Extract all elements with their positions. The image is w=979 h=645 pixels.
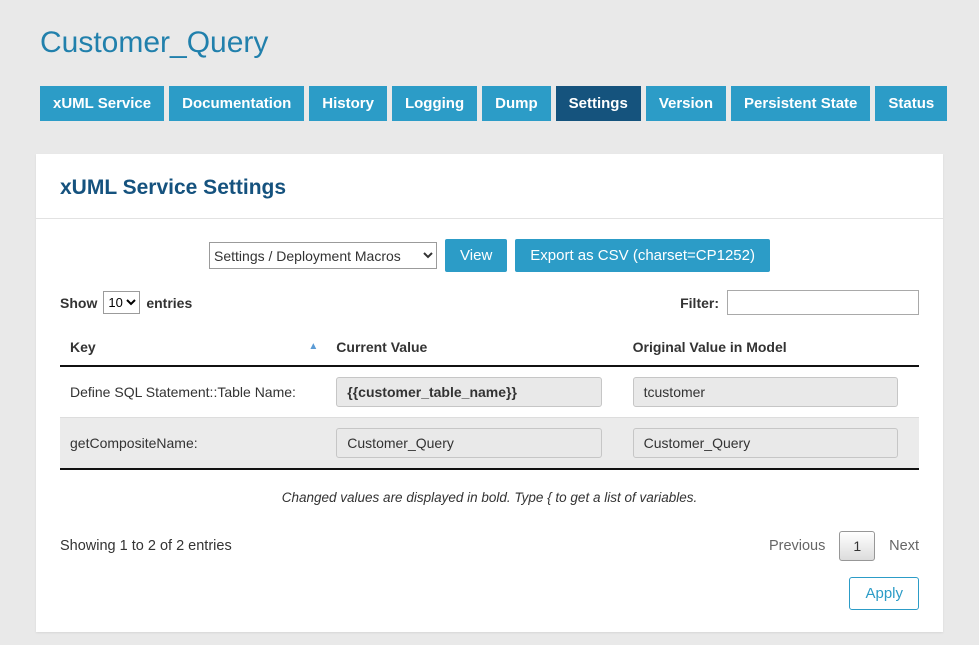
show-entries-control: Show 10 entries [60, 291, 192, 314]
macro-toolbar: Settings / Deployment Macros View Export… [60, 239, 919, 272]
tab-documentation[interactable]: Documentation [169, 86, 304, 121]
row-current-value-cell: {{customer_table_name}} [326, 366, 622, 418]
row-key-cell: Define SQL Statement::Table Name: [60, 366, 326, 418]
entries-summary: Showing 1 to 2 of 2 entries [60, 538, 232, 554]
tab-history[interactable]: History [309, 86, 387, 121]
tab-persistent-state[interactable]: Persistent State [731, 86, 870, 121]
table-controls: Show 10 entries Filter: [60, 290, 919, 315]
filter-control: Filter: [680, 290, 919, 315]
page-title: Customer_Query [40, 26, 943, 60]
column-header-key-label: Key [70, 339, 96, 355]
page-size-select[interactable]: 10 [103, 291, 140, 314]
row-current-value-cell: Customer_Query [326, 418, 622, 470]
row-original-value-cell: tcustomer [623, 366, 919, 418]
hint-note: Changed values are displayed in bold. Ty… [60, 490, 919, 505]
panel-header: xUML Service Settings [36, 154, 943, 219]
column-header-original-label: Original Value in Model [633, 339, 787, 355]
tab-bar: xUML ServiceDocumentationHistoryLoggingD… [40, 86, 943, 121]
view-button[interactable]: View [445, 239, 507, 272]
column-header-original-value[interactable]: Original Value in Model [623, 329, 919, 366]
table-head: Key ▲ Current Value Original Value in Mo… [60, 329, 919, 366]
entries-label: entries [146, 295, 192, 311]
table-row: getCompositeName: Customer_Query Customer_… [60, 418, 919, 470]
row-key-cell: getCompositeName: [60, 418, 326, 470]
table-body: Define SQL Statement::Table Name: {{custo… [60, 366, 919, 469]
sort-asc-icon: ▲ [308, 341, 318, 352]
previous-page-button[interactable]: Previous [769, 538, 825, 554]
row-original-value-cell: Customer_Query [623, 418, 919, 470]
apply-row: Apply [60, 577, 919, 610]
settings-table: Key ▲ Current Value Original Value in Mo… [60, 329, 919, 470]
tab-status[interactable]: Status [875, 86, 947, 121]
table-header-row: Key ▲ Current Value Original Value in Mo… [60, 329, 919, 366]
export-csv-button[interactable]: Export as CSV (charset=CP1252) [515, 239, 770, 272]
current-value-field[interactable]: Customer_Query [336, 428, 601, 458]
panel-heading: xUML Service Settings [60, 176, 919, 200]
settings-panel: xUML Service Settings Settings / Deploym… [36, 154, 943, 632]
column-header-current-label: Current Value [336, 339, 427, 355]
original-value-field: tcustomer [633, 377, 898, 407]
current-page-button[interactable]: 1 [839, 531, 875, 561]
macro-category-select[interactable]: Settings / Deployment Macros [209, 242, 437, 269]
page: Customer_Query xUML ServiceDocumentation… [0, 0, 979, 632]
panel-body: Settings / Deployment Macros View Export… [36, 219, 943, 632]
next-page-button[interactable]: Next [889, 538, 919, 554]
tab-version[interactable]: Version [646, 86, 726, 121]
current-value-field[interactable]: {{customer_table_name}} [336, 377, 601, 407]
apply-button[interactable]: Apply [849, 577, 919, 610]
table-footer: Showing 1 to 2 of 2 entries Previous 1 N… [60, 531, 919, 561]
pagination: Previous 1 Next [769, 531, 919, 561]
column-header-key[interactable]: Key ▲ [60, 329, 326, 366]
tab-settings[interactable]: Settings [556, 86, 641, 121]
show-label: Show [60, 295, 97, 311]
tab-xuml-service[interactable]: xUML Service [40, 86, 164, 121]
tab-logging[interactable]: Logging [392, 86, 477, 121]
table-row: Define SQL Statement::Table Name: {{custo… [60, 366, 919, 418]
original-value-field: Customer_Query [633, 428, 898, 458]
tab-dump[interactable]: Dump [482, 86, 551, 121]
filter-input[interactable] [727, 290, 919, 315]
filter-label: Filter: [680, 295, 719, 311]
column-header-current-value[interactable]: Current Value [326, 329, 622, 366]
